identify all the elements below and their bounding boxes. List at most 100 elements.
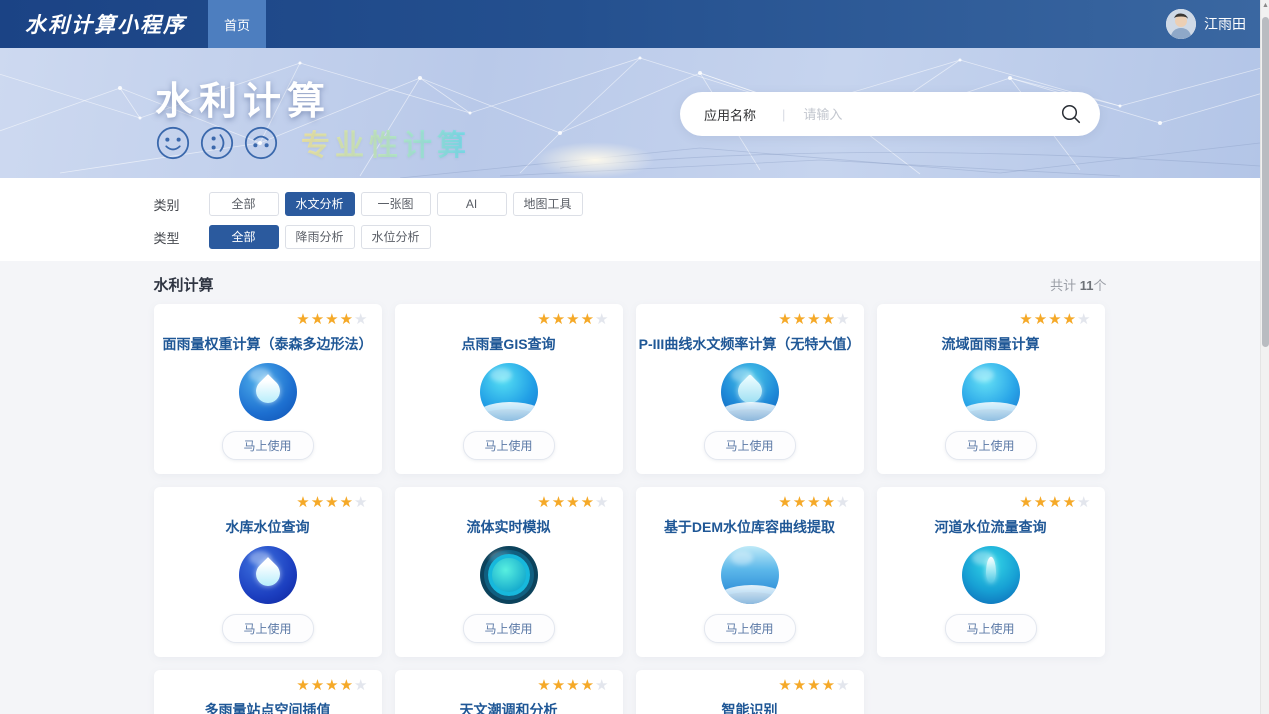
smiley-icon bbox=[155, 125, 191, 161]
app-title: 基于DEM水位库容曲线提取 bbox=[636, 517, 864, 537]
wave-shape bbox=[721, 402, 779, 421]
search-icon[interactable] bbox=[1060, 103, 1082, 125]
star-icon: ★ bbox=[822, 311, 836, 328]
app-title: 智能识别 bbox=[636, 700, 864, 714]
star-icon: ★ bbox=[566, 677, 580, 694]
water-drop-shape bbox=[251, 557, 285, 591]
user-area[interactable]: 江雨田 bbox=[1166, 9, 1246, 39]
star-rating: ★★★★★ bbox=[877, 304, 1105, 328]
app-card: ★★★★★面雨量权重计算（泰森多边形法）马上使用 bbox=[154, 304, 382, 474]
use-now-button[interactable]: 马上使用 bbox=[462, 431, 554, 460]
star-icon: ★ bbox=[354, 677, 368, 694]
star-icon: ★ bbox=[793, 677, 807, 694]
app-title: 天文潮调和分析 bbox=[395, 700, 623, 714]
app-card: ★★★★★流域面雨量计算马上使用 bbox=[877, 304, 1105, 474]
star-icon: ★ bbox=[778, 494, 792, 511]
star-rating: ★★★★★ bbox=[154, 304, 382, 328]
smiley-upside-down-icon bbox=[243, 125, 279, 161]
app-logo: 水利计算小程序 bbox=[25, 9, 186, 39]
star-icon: ★ bbox=[1077, 494, 1091, 511]
star-icon: ★ bbox=[1019, 311, 1033, 328]
app-card: ★★★★★水库水位查询马上使用 bbox=[154, 487, 382, 657]
section-header: 水利计算 共计 11个 bbox=[154, 274, 1107, 295]
app-title: 点雨量GIS查询 bbox=[395, 334, 623, 354]
star-rating: ★★★★★ bbox=[395, 670, 623, 694]
filter-option-button[interactable]: 地图工具 bbox=[513, 192, 583, 216]
hero-title: 水利计算 bbox=[155, 70, 331, 125]
star-icon: ★ bbox=[778, 677, 792, 694]
app-card: ★★★★★ 基于DEM水位库容曲线提取马上使用 bbox=[636, 487, 864, 657]
filter-option-button[interactable]: AI bbox=[437, 192, 507, 216]
scrollbar-thumb[interactable] bbox=[1262, 17, 1269, 347]
star-icon: ★ bbox=[325, 677, 339, 694]
app-title: P-III曲线水文频率计算（无特大值） bbox=[636, 334, 864, 354]
main-content: 水利计算 共计 11个 ★★★★★面雨量权重计算（泰森多边形法）马上使用★★★★… bbox=[0, 261, 1260, 714]
star-icon: ★ bbox=[537, 677, 551, 694]
vertical-scrollbar[interactable]: ▲ bbox=[1260, 0, 1269, 714]
hero-banner: 水利计算 专业性计算 bbox=[0, 48, 1260, 178]
app-card: ★★★★★河道水位流量查询马上使用 bbox=[877, 487, 1105, 657]
star-icon: ★ bbox=[1034, 494, 1048, 511]
avatar[interactable] bbox=[1166, 9, 1196, 39]
star-rating: ★★★★★ bbox=[636, 487, 864, 511]
filter-option-button[interactable]: 全部 bbox=[209, 192, 279, 216]
use-now-button[interactable]: 马上使用 bbox=[703, 614, 795, 643]
star-icon: ★ bbox=[595, 311, 609, 328]
star-icon: ★ bbox=[296, 311, 310, 328]
use-now-button[interactable]: 马上使用 bbox=[944, 431, 1036, 460]
app-title: 流体实时模拟 bbox=[395, 517, 623, 537]
app-title: 流域面雨量计算 bbox=[877, 334, 1105, 354]
filter-options: 全部降雨分析水位分析 bbox=[209, 225, 431, 249]
search-input[interactable] bbox=[803, 107, 1060, 122]
search-divider: | bbox=[782, 107, 785, 122]
scroll-up-icon[interactable]: ▲ bbox=[1261, 2, 1269, 9]
star-icon: ★ bbox=[552, 494, 566, 511]
app-title: 水库水位查询 bbox=[154, 517, 382, 537]
splash-icon bbox=[962, 546, 1020, 604]
star-icon: ★ bbox=[552, 677, 566, 694]
filter-option-button[interactable]: 全部 bbox=[209, 225, 279, 249]
use-now-button[interactable]: 马上使用 bbox=[944, 614, 1036, 643]
star-rating: ★★★★★ bbox=[154, 670, 382, 694]
filter-row: 类型全部降雨分析水位分析 bbox=[154, 225, 1107, 249]
tab-home[interactable]: 首页 bbox=[208, 0, 266, 48]
star-icon: ★ bbox=[1048, 311, 1062, 328]
use-now-button[interactable]: 马上使用 bbox=[703, 431, 795, 460]
star-rating: ★★★★★ bbox=[395, 487, 623, 511]
use-now-button[interactable]: 马上使用 bbox=[462, 614, 554, 643]
wave-shape bbox=[962, 402, 1020, 421]
drop-swirl-icon bbox=[239, 363, 297, 421]
star-icon: ★ bbox=[1077, 311, 1091, 328]
app-card: ★★★★★多雨量站点空间插值马上使用 bbox=[154, 670, 382, 714]
use-now-button[interactable]: 马上使用 bbox=[221, 431, 313, 460]
app-card: ★★★★★P-III曲线水文频率计算（无特大值）马上使用 bbox=[636, 304, 864, 474]
app-card: ★★★★★天文潮调和分析马上使用 bbox=[395, 670, 623, 714]
use-now-button[interactable]: 马上使用 bbox=[221, 614, 313, 643]
smiley-wink-icon bbox=[199, 125, 235, 161]
star-icon: ★ bbox=[296, 677, 310, 694]
filter-option-button[interactable]: 一张图 bbox=[361, 192, 431, 216]
star-rating: ★★★★★ bbox=[395, 304, 623, 328]
tab-home-label: 首页 bbox=[224, 15, 250, 34]
star-icon: ★ bbox=[296, 494, 310, 511]
filter-option-button[interactable]: 水位分析 bbox=[361, 225, 431, 249]
star-icon: ★ bbox=[311, 311, 325, 328]
star-icon: ★ bbox=[537, 494, 551, 511]
star-icon: ★ bbox=[595, 677, 609, 694]
hero-subtitle: 专业性计算 bbox=[301, 122, 471, 164]
globe-icon bbox=[480, 363, 538, 421]
wave-shape bbox=[721, 585, 779, 604]
star-icon: ★ bbox=[581, 311, 595, 328]
navbar: 水利计算小程序 首页 江雨田 bbox=[0, 0, 1260, 48]
app-card: ★★★★★智能识别马上使用 bbox=[636, 670, 864, 714]
star-icon: ★ bbox=[793, 311, 807, 328]
star-icon: ★ bbox=[340, 677, 354, 694]
search-label: 应用名称 bbox=[704, 105, 756, 124]
wave-sphere-icon bbox=[962, 363, 1020, 421]
app-title: 多雨量站点空间插值 bbox=[154, 700, 382, 714]
filter-option-button[interactable]: 降雨分析 bbox=[285, 225, 355, 249]
filter-rows: 类别全部水文分析一张图AI地图工具类型全部降雨分析水位分析 bbox=[154, 192, 1107, 249]
filter-option-button[interactable]: 水文分析 bbox=[285, 192, 355, 216]
wave-shape bbox=[480, 402, 538, 421]
filter-row: 类别全部水文分析一张图AI地图工具 bbox=[154, 192, 1107, 216]
